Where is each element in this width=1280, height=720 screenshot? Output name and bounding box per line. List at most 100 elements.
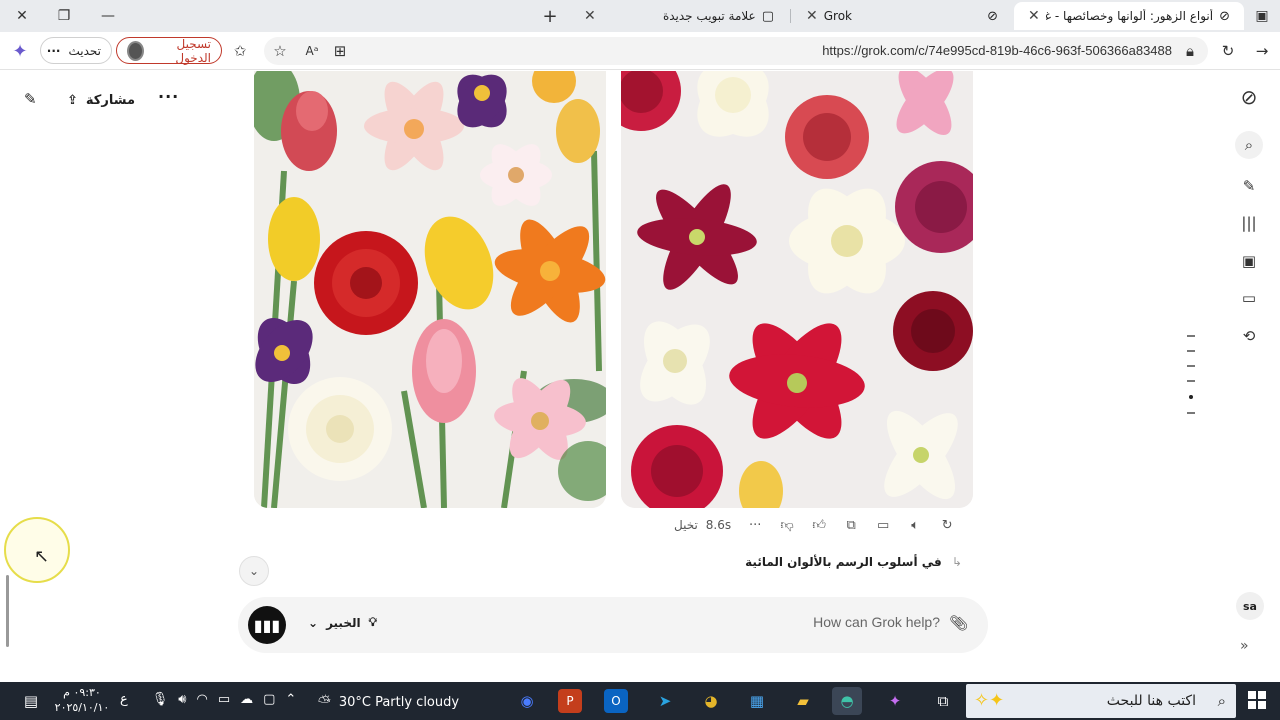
regenerate-icon[interactable]: ↻: [931, 518, 963, 533]
image-icon[interactable]: ▣: [1235, 247, 1263, 275]
copilot-icon[interactable]: ✦: [8, 39, 32, 63]
onedrive-icon[interactable]: ☁︎: [240, 692, 253, 707]
read-aloud-icon[interactable]: Aᵃ: [300, 39, 324, 63]
more-icon[interactable]: ···: [739, 518, 771, 533]
tab-title: أنواع الزهور: ألوانها وخصائصها - غرو: [1045, 9, 1214, 23]
powerpoint-icon[interactable]: P: [558, 689, 582, 713]
tab-new-tab[interactable]: ▢ علامة تبويب جديدة ✕: [570, 2, 788, 30]
generated-image-right[interactable]: [621, 71, 973, 508]
microphone-icon[interactable]: 🎙︎: [152, 692, 169, 707]
grok-logo-icon[interactable]: ⊘: [1235, 83, 1263, 111]
comment-icon[interactable]: ▭: [867, 518, 899, 533]
forward-icon[interactable]: →: [1250, 39, 1274, 63]
tab-actions-icon[interactable]: ▣: [1240, 0, 1280, 32]
share-button[interactable]: مشاركة ⇪: [56, 83, 146, 117]
more-options-icon[interactable]: ···: [158, 87, 179, 106]
windows-taskbar: ▤ ٠٩:٣٠ م ٢٠٢٥/١٠/١٠ ع 🎙︎ 🔊︎ ◠ ▭ ☁︎ ▢ ⌃ …: [0, 682, 1280, 720]
signin-button[interactable]: تسجيل الدخول: [116, 37, 222, 65]
partly-cloudy-icon: ⛅︎: [318, 692, 331, 711]
new-chat-icon[interactable]: ✎: [24, 90, 37, 108]
browser-toolbar: ✦ تحديث ··· تسجيل الدخول ✩ ☆ Aᵃ ⊞ https:…: [0, 32, 1280, 70]
sparkle-icon: ✦✧: [974, 690, 1005, 711]
tab-active-flowers[interactable]: ⊘ أنواع الزهور: ألوانها وخصائصها - غرو ✕: [1014, 2, 1244, 30]
volume-icon[interactable]: 🔊︎: [178, 692, 186, 707]
expand-sidebar-icon[interactable]: »: [1240, 638, 1249, 654]
prompt-input[interactable]: How can Grok help?: [813, 614, 940, 630]
new-chat-icon[interactable]: ✎: [1235, 172, 1263, 200]
scroll-down-button[interactable]: ⌄: [239, 556, 269, 586]
wifi-icon[interactable]: ◠: [196, 692, 207, 707]
favorite-star-icon[interactable]: ☆: [268, 39, 292, 63]
grok-tab-icon: ⊘: [1219, 8, 1230, 24]
browser-titlebar: ✕ ❐ — + ▢ علامة تبويب جديدة ✕ ⊘ Grok ✕ ⊘…: [0, 0, 1280, 32]
conversation-navigator[interactable]: [1187, 335, 1197, 427]
close-window-icon[interactable]: ✕: [0, 0, 44, 32]
edge-icon[interactable]: ◓: [832, 687, 862, 715]
copilot-taskbar-icon[interactable]: ✦: [880, 687, 910, 715]
update-button[interactable]: تحديث ···: [40, 37, 112, 64]
notifications-icon[interactable]: ▤: [16, 687, 46, 715]
avatar: [127, 40, 145, 61]
tab-grok[interactable]: ⊘ Grok ✕: [792, 2, 1012, 30]
followup-arrow-icon: ↳: [951, 555, 962, 569]
file-explorer-icon[interactable]: ▰: [788, 687, 818, 715]
response-time: 8.6s: [705, 518, 732, 532]
chrome-icon[interactable]: ◕: [696, 687, 726, 715]
voice-mode-button[interactable]: ▮▮▮: [248, 606, 286, 644]
grok-page: ✎ مشاركة ⇪ ··· ↻ 🔈︎ ▭ ⧉ 👍︎ 👎︎ ··· 8.6s ت…: [0, 71, 1280, 682]
close-tab-icon[interactable]: ✕: [1028, 8, 1040, 24]
search-icon: ⌕: [1217, 692, 1226, 710]
meet-now-icon[interactable]: ▢: [263, 692, 275, 707]
more-icon: ···: [46, 43, 61, 58]
copy-icon[interactable]: ⧉: [835, 518, 867, 533]
language-indicator[interactable]: ع: [120, 692, 128, 707]
chevron-down-icon: ⌄: [308, 615, 319, 630]
folder-icon[interactable]: ▭: [1235, 284, 1263, 312]
task-view-icon[interactable]: ⧉: [928, 687, 958, 715]
history-icon[interactable]: ⟲: [1235, 322, 1263, 350]
taskbar-search[interactable]: ⌕ اكتب هنا للبحث ✦✧: [966, 684, 1236, 718]
voice-icon[interactable]: |||: [1235, 209, 1263, 237]
thumbs-up-icon[interactable]: 👍︎: [803, 518, 835, 533]
composer[interactable]: ▮▮▮ 💡︎ الخبير ⌄ How can Grok help? 📎︎: [238, 597, 988, 653]
store-icon[interactable]: ▦: [742, 687, 772, 715]
close-tab-icon[interactable]: ✕: [584, 8, 596, 24]
flowers-illustration: [621, 71, 973, 508]
generated-image-left[interactable]: [254, 71, 606, 508]
close-tab-icon[interactable]: ✕: [806, 8, 818, 24]
thumbs-down-icon[interactable]: 👎︎: [771, 518, 803, 533]
clock[interactable]: ٠٩:٣٠ م ٢٠٢٥/١٠/١٠: [52, 685, 112, 715]
favorites-icon[interactable]: ✩: [228, 39, 252, 63]
search-icon[interactable]: ⌕: [1235, 131, 1263, 159]
scrollbar[interactable]: [6, 575, 9, 647]
read-aloud-icon[interactable]: 🔈︎: [899, 518, 931, 533]
start-button[interactable]: [1248, 691, 1266, 709]
minimize-window-icon[interactable]: —: [86, 0, 130, 32]
address-bar[interactable]: ☆ Aᵃ ⊞ https://grok.com/c/74e995cd-819b-…: [264, 37, 1208, 65]
app-icon-1[interactable]: ◉: [512, 687, 542, 715]
model-selector[interactable]: 💡︎ الخبير ⌄: [304, 615, 381, 630]
attach-icon[interactable]: 📎︎: [949, 614, 968, 632]
restore-window-icon[interactable]: ❐: [42, 0, 86, 32]
show-hidden-icons-icon[interactable]: ⌃: [285, 692, 296, 707]
outlook-icon[interactable]: O: [604, 689, 628, 713]
system-tray: ع 🎙︎ 🔊︎ ◠ ▭ ☁︎ ▢ ⌃: [120, 692, 296, 707]
new-tab-icon[interactable]: +: [528, 0, 572, 32]
battery-icon[interactable]: ▭: [218, 692, 230, 707]
upload-icon: ⇪: [67, 92, 78, 108]
weather-widget[interactable]: ⛅︎ 30°C Partly cloudy: [318, 692, 459, 712]
followup-suggestion[interactable]: ↳ في أسلوب الرسم بالألوان المائية: [700, 555, 962, 569]
lock-icon[interactable]: 🔒︎: [1178, 39, 1202, 63]
telegram-icon[interactable]: ➤: [650, 687, 680, 715]
message-actions: ↻ 🔈︎ ▭ ⧉ 👍︎ 👎︎ ··· 8.6s تخيل: [674, 515, 963, 535]
mode-label: تخيل: [674, 518, 698, 532]
tab-title: Grok: [823, 9, 852, 23]
refresh-icon[interactable]: ↻: [1216, 39, 1240, 63]
grok-tab-icon: ⊘: [987, 8, 998, 24]
mouse-cursor-icon: ↖: [34, 546, 50, 567]
tab-page-icon: ▢: [761, 8, 774, 24]
flowers-illustration: [254, 71, 606, 508]
tab-title: علامة تبويب جديدة: [662, 9, 756, 23]
app-grid-icon[interactable]: ⊞: [328, 39, 352, 63]
user-avatar[interactable]: sa: [1236, 592, 1264, 620]
